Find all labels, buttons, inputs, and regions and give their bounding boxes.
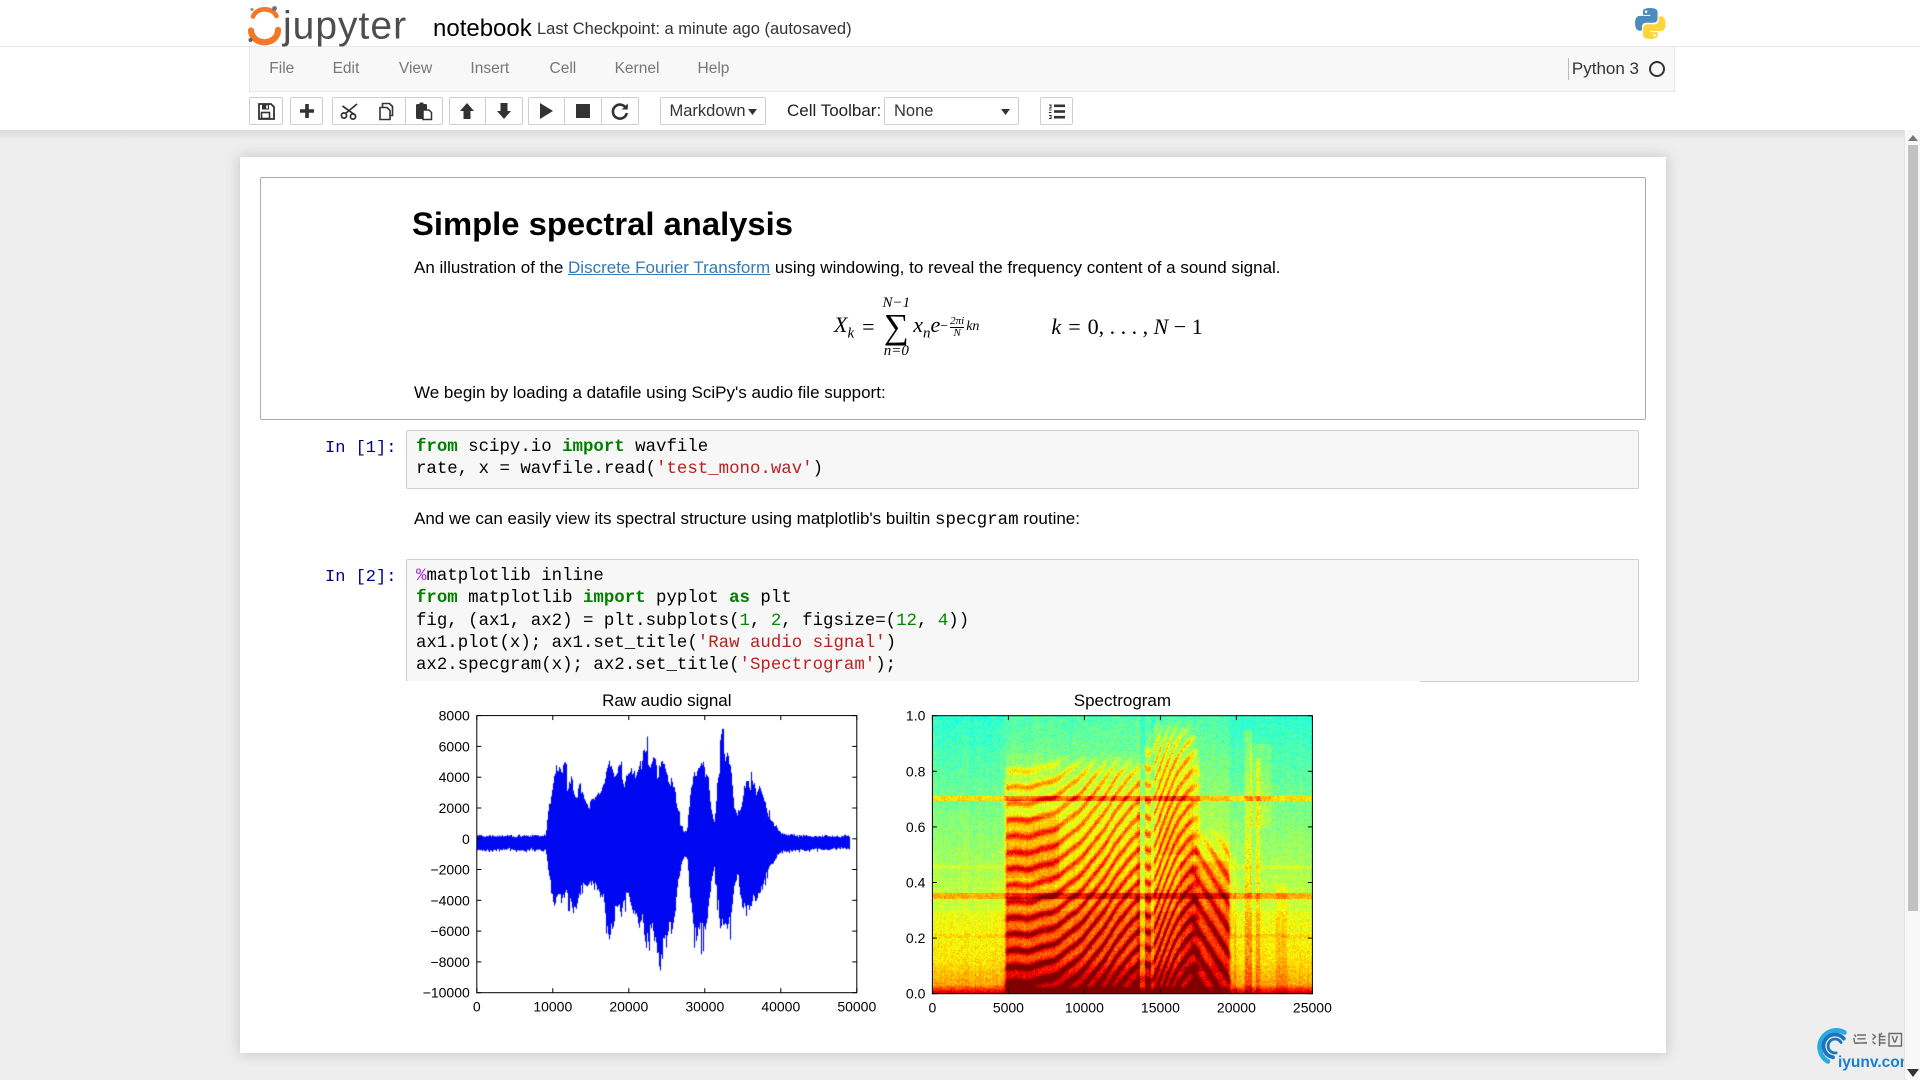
svg-text:0: 0 bbox=[473, 999, 481, 1015]
svg-text:0.8: 0.8 bbox=[906, 764, 926, 780]
svg-text:20000: 20000 bbox=[609, 999, 648, 1015]
svg-text:0.6: 0.6 bbox=[906, 819, 926, 835]
svg-text:−6000: −6000 bbox=[430, 923, 470, 939]
svg-text:−2000: −2000 bbox=[430, 862, 470, 878]
svg-text:−4000: −4000 bbox=[430, 893, 470, 909]
svg-text:0.4: 0.4 bbox=[906, 875, 926, 891]
svg-text:30000: 30000 bbox=[685, 999, 724, 1015]
svg-text:10000: 10000 bbox=[1065, 1000, 1104, 1016]
svg-text:−8000: −8000 bbox=[430, 954, 470, 970]
svg-text:50000: 50000 bbox=[837, 999, 876, 1015]
svg-text:Raw audio signal: Raw audio signal bbox=[602, 691, 731, 710]
svg-text:15000: 15000 bbox=[1141, 1000, 1180, 1016]
svg-text:0: 0 bbox=[928, 1000, 936, 1016]
svg-text:10000: 10000 bbox=[533, 999, 572, 1015]
svg-text:−10000: −10000 bbox=[422, 985, 469, 1001]
svg-text:5000: 5000 bbox=[993, 1000, 1024, 1016]
svg-text:1.0: 1.0 bbox=[906, 708, 926, 724]
svg-text:0.0: 0.0 bbox=[906, 986, 926, 1002]
svg-text:0.2: 0.2 bbox=[906, 930, 926, 946]
svg-text:6000: 6000 bbox=[438, 739, 469, 755]
svg-text:20000: 20000 bbox=[1217, 1000, 1256, 1016]
svg-text:jupyter: jupyter bbox=[282, 5, 407, 48]
svg-text:40000: 40000 bbox=[761, 999, 800, 1015]
svg-text:8000: 8000 bbox=[438, 708, 469, 724]
svg-text:Spectrogram: Spectrogram bbox=[1074, 691, 1171, 710]
svg-text:4000: 4000 bbox=[438, 769, 469, 785]
svg-text:iyunv.com: iyunv.com bbox=[1838, 1054, 1914, 1071]
svg-text:2000: 2000 bbox=[438, 800, 469, 816]
svg-text:0: 0 bbox=[462, 831, 470, 847]
svg-text:25000: 25000 bbox=[1293, 1000, 1332, 1016]
